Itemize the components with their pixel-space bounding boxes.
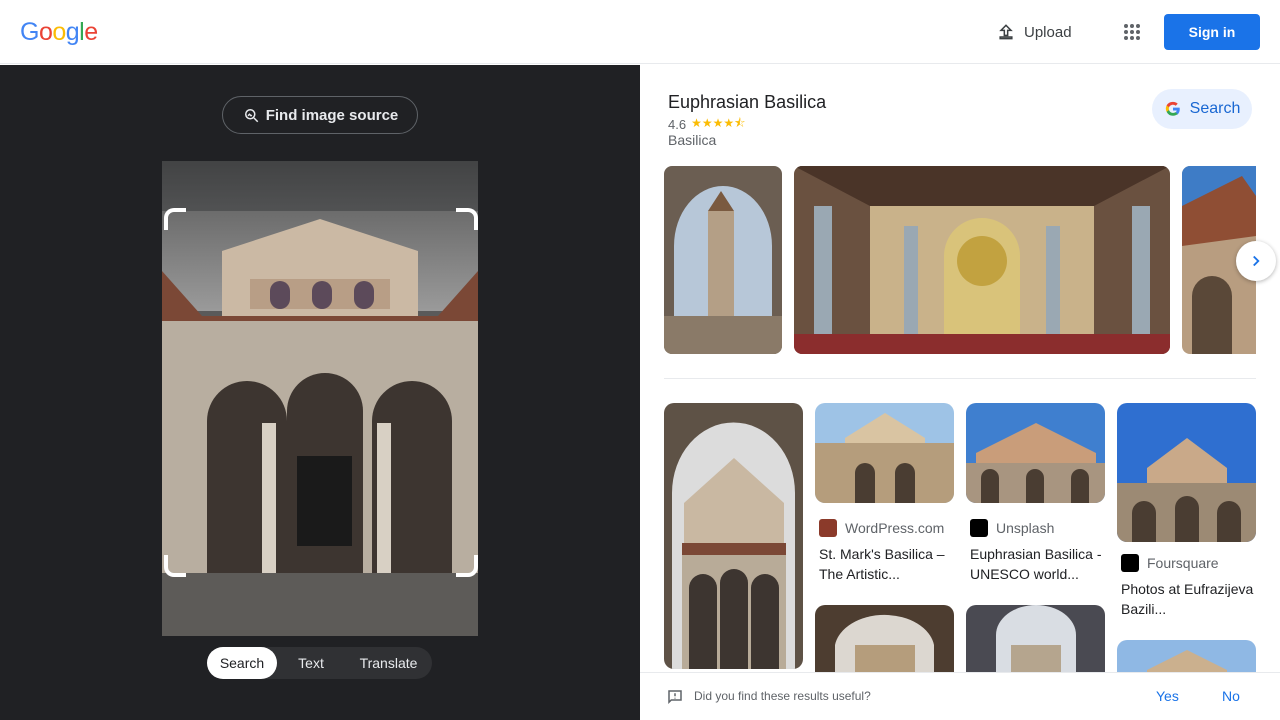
result-source[interactable]: Unsplash bbox=[970, 519, 1054, 537]
entity-title[interactable]: Euphrasian Basilica bbox=[668, 92, 826, 113]
find-image-source-button[interactable]: Find image source bbox=[222, 96, 418, 134]
tab-search[interactable]: Search bbox=[207, 647, 277, 679]
upload-label: Upload bbox=[1024, 23, 1072, 41]
foursquare-favicon-icon bbox=[1121, 554, 1139, 572]
apps-grid-icon bbox=[1124, 24, 1140, 40]
result-title[interactable]: St. Mark's Basilica – The Artistic... bbox=[819, 544, 955, 584]
chevron-right-icon bbox=[1253, 255, 1260, 267]
tab-text[interactable]: Text bbox=[277, 647, 345, 679]
feedback-yes-button[interactable]: Yes bbox=[1156, 688, 1179, 704]
entity-search-label: Search bbox=[1189, 100, 1241, 117]
feedback-no-button[interactable]: No bbox=[1222, 688, 1240, 704]
feedback-question: Did you find these results useful? bbox=[694, 689, 871, 703]
result-thumbnail[interactable] bbox=[664, 403, 803, 669]
logo-letter: o bbox=[38, 18, 53, 46]
logo-letter: o bbox=[52, 18, 66, 46]
entity-type: Basilica bbox=[668, 132, 717, 148]
result-source[interactable]: Foursquare bbox=[1121, 554, 1219, 572]
upload-icon bbox=[999, 24, 1013, 40]
unsplash-favicon-icon bbox=[970, 519, 988, 537]
google-logo[interactable]: Google bbox=[20, 18, 98, 47]
rating-value: 4.6 bbox=[668, 117, 687, 132]
upload-button[interactable]: Upload bbox=[984, 14, 1084, 50]
query-image[interactable] bbox=[162, 161, 478, 636]
find-image-source-label: Find image source bbox=[265, 106, 399, 124]
results-pane: Euphrasian Basilica 4.6 ★★★★⯪ Basilica S… bbox=[640, 65, 1280, 720]
logo-letter: e bbox=[84, 18, 98, 46]
result-source-name: WordPress.com bbox=[845, 520, 945, 536]
gallery-next-button[interactable] bbox=[1236, 241, 1276, 281]
result-source-name: Unsplash bbox=[996, 520, 1055, 536]
tab-translate[interactable]: Translate bbox=[345, 647, 432, 679]
result-source-name: Foursquare bbox=[1147, 555, 1219, 571]
logo-letter: G bbox=[20, 18, 39, 46]
entity-search-button[interactable]: Search bbox=[1152, 89, 1252, 129]
result-source[interactable]: WordPress.com bbox=[819, 519, 944, 537]
result-title[interactable]: Euphrasian Basilica - UNESCO world... bbox=[970, 544, 1106, 584]
result-thumbnail[interactable] bbox=[1117, 403, 1256, 542]
wordpress-favicon-icon bbox=[819, 519, 837, 537]
basilica-photo bbox=[162, 161, 478, 636]
section-divider bbox=[664, 378, 1256, 379]
google-g-icon bbox=[1165, 101, 1180, 116]
gallery-image[interactable] bbox=[664, 166, 782, 354]
query-image-pane: Find image source Search Text Translate bbox=[0, 65, 640, 720]
mode-tabs: Search Text Translate bbox=[207, 647, 432, 679]
feedback-icon bbox=[668, 690, 682, 705]
apps-grid-button[interactable] bbox=[1114, 14, 1150, 50]
gallery-image[interactable] bbox=[794, 166, 1170, 354]
image-search-icon bbox=[244, 109, 258, 123]
result-thumbnail[interactable] bbox=[966, 403, 1105, 503]
logo-letter: g bbox=[65, 18, 80, 46]
result-title[interactable]: Photos at Eufrazijeva Bazili... bbox=[1121, 579, 1257, 619]
top-bar: Google Upload Sign in bbox=[0, 0, 1280, 64]
sign-in-button[interactable]: Sign in bbox=[1164, 14, 1260, 50]
result-thumbnail[interactable] bbox=[815, 403, 954, 503]
feedback-bar: Did you find these results useful? Yes N… bbox=[640, 672, 1280, 720]
